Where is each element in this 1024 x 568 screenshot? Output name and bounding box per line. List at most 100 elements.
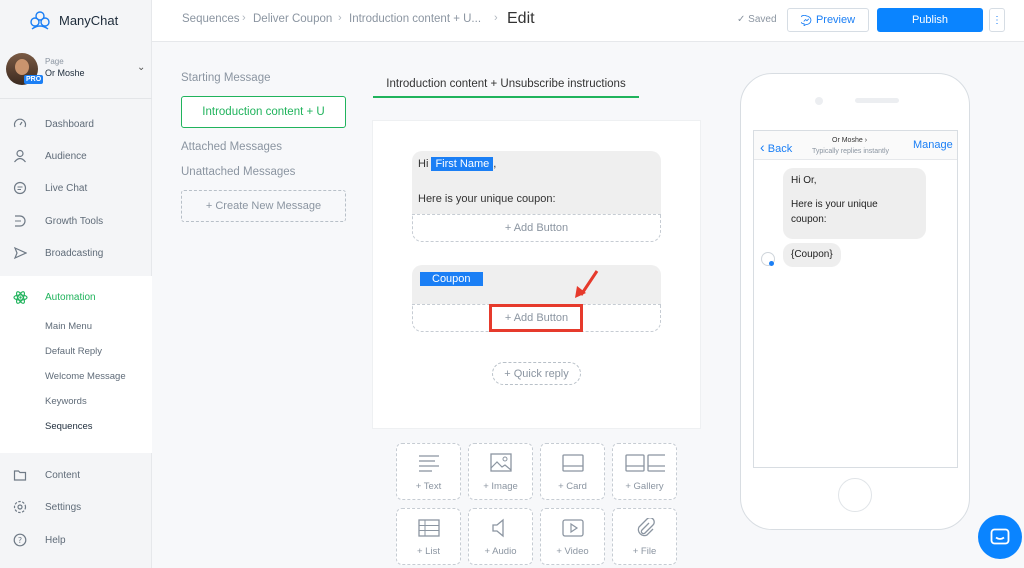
tab-message[interactable]: Introduction content + Unsubscribe instr… xyxy=(373,70,639,98)
paperclip-icon xyxy=(637,518,655,537)
block-label: + Image xyxy=(483,481,518,492)
automation-icon xyxy=(12,289,28,305)
audio-icon xyxy=(492,518,504,538)
add-gallery-block-button[interactable]: + Gallery xyxy=(612,443,677,500)
nav-label: Settings xyxy=(45,501,82,513)
back-button[interactable]: ‹ Back xyxy=(760,139,792,155)
block-label: + Text xyxy=(415,481,442,492)
chat-icon xyxy=(990,528,1010,545)
nav-dashboard[interactable]: Dashboard xyxy=(0,109,152,139)
sub-item-sequences[interactable]: Sequences xyxy=(45,421,93,432)
nav-settings[interactable]: Settings xyxy=(0,492,152,522)
text-block-2-content[interactable]: Coupon xyxy=(420,272,483,286)
nav-automation[interactable]: Automation xyxy=(0,282,152,312)
greeting-text: Hi xyxy=(418,158,429,170)
add-file-block-button[interactable]: + File xyxy=(612,508,677,565)
attached-messages-heading: Attached Messages xyxy=(181,141,283,153)
saved-label: Saved xyxy=(748,14,777,25)
block-label: + Gallery xyxy=(625,481,664,492)
preview-button[interactable]: Preview xyxy=(787,8,869,32)
add-card-block-button[interactable]: + Card xyxy=(540,443,605,500)
highlight-box xyxy=(489,304,583,332)
create-new-message-button[interactable]: + Create New Message xyxy=(181,190,346,222)
chevron-right-icon: › xyxy=(242,12,246,24)
add-video-block-button[interactable]: + Video xyxy=(540,508,605,565)
breadcrumb-deliver-coupon[interactable]: Deliver Coupon xyxy=(253,13,332,25)
broadcasting-icon xyxy=(12,245,28,261)
chat-line: Here is your unique xyxy=(791,199,878,210)
audience-icon xyxy=(12,148,28,164)
card-icon xyxy=(562,454,584,472)
publish-button[interactable]: Publish xyxy=(877,8,983,32)
chat-line: Hi Or, xyxy=(791,175,817,186)
text-block-line1[interactable]: Hi First Name, xyxy=(418,157,496,171)
support-chat-button[interactable] xyxy=(978,515,1022,559)
content-icon xyxy=(12,467,28,483)
page-switcher[interactable]: PRO Page Or Moshe ⌄ xyxy=(6,53,152,87)
text-block-1[interactable]: Hi First Name, Here is your unique coupo… xyxy=(412,151,661,214)
nav-label: Content xyxy=(45,469,81,481)
coupon-variable[interactable]: Coupon xyxy=(420,272,483,286)
help-icon: ? xyxy=(12,532,28,548)
nav-label: Growth Tools xyxy=(45,215,104,227)
nav-content[interactable]: Content xyxy=(0,460,152,490)
page-label: Page xyxy=(45,57,64,66)
manychat-logo-icon xyxy=(30,11,50,30)
nav-growth-tools[interactable]: Growth Tools xyxy=(0,206,152,236)
nav-label: Help xyxy=(45,534,66,546)
add-audio-block-button[interactable]: + Audio xyxy=(468,508,533,565)
messenger-icon xyxy=(800,14,812,26)
page-title: Edit xyxy=(507,10,535,27)
app-name: ManyChat xyxy=(59,12,119,28)
settings-icon xyxy=(12,499,28,515)
first-name-variable[interactable]: First Name xyxy=(431,157,494,171)
comma-text: , xyxy=(493,158,497,170)
starting-message-item[interactable]: Introduction content + U xyxy=(181,96,346,128)
add-list-block-button[interactable]: + List xyxy=(396,508,461,565)
nav-label: Live Chat xyxy=(45,182,88,194)
sub-item-keywords[interactable]: Keywords xyxy=(45,396,87,407)
app-logo[interactable]: ManyChat xyxy=(29,10,118,30)
nav-audience[interactable]: Audience xyxy=(0,141,152,171)
preview-label: Preview xyxy=(815,14,856,26)
chat-header: ‹ Back Or Moshe › Typically replies inst… xyxy=(754,131,957,160)
svg-text:?: ? xyxy=(18,536,22,545)
add-text-block-button[interactable]: + Text xyxy=(396,443,461,500)
chat-spacer xyxy=(791,188,918,197)
block-label: + Card xyxy=(558,481,587,492)
phone-speaker xyxy=(855,98,899,103)
block-label: + Audio xyxy=(484,546,517,557)
more-options-button[interactable]: ⋮ xyxy=(989,8,1005,32)
chevron-right-icon: › xyxy=(494,12,498,24)
image-icon xyxy=(490,453,512,472)
breadcrumb-sequences[interactable]: Sequences xyxy=(182,13,240,25)
chat-status: Typically replies instantly xyxy=(812,148,890,155)
saved-status: ✓ Saved xyxy=(737,14,777,25)
nav-broadcasting[interactable]: Broadcasting xyxy=(0,238,152,268)
breadcrumb-message[interactable]: Introduction content + U... xyxy=(349,13,481,25)
phone-camera xyxy=(815,97,823,105)
chat-name: Or Moshe › xyxy=(832,137,867,144)
chat-message-1: Hi Or, Here is your unique coupon: xyxy=(783,168,926,239)
block-label: + List xyxy=(417,546,440,557)
sidebar: ManyChat PRO Page Or Moshe ⌄ Dashboard A… xyxy=(0,0,152,568)
divider xyxy=(0,98,152,99)
text-block-2[interactable]: Coupon xyxy=(412,265,661,304)
sub-item-main-menu[interactable]: Main Menu xyxy=(45,321,92,332)
starting-message-heading: Starting Message xyxy=(181,72,271,84)
nav-help[interactable]: ? Help xyxy=(0,525,152,555)
manage-button[interactable]: Manage xyxy=(913,139,953,151)
video-icon xyxy=(562,519,584,537)
nav-live-chat[interactable]: Live Chat xyxy=(0,173,152,203)
bot-avatar xyxy=(761,252,775,266)
sub-item-default-reply[interactable]: Default Reply xyxy=(45,346,102,357)
sub-item-welcome-message[interactable]: Welcome Message xyxy=(45,371,126,382)
pro-badge: PRO xyxy=(24,75,44,84)
add-image-block-button[interactable]: + Image xyxy=(468,443,533,500)
quick-reply-button[interactable]: + Quick reply xyxy=(492,362,581,385)
live-chat-icon xyxy=(12,180,28,196)
phone-home-button xyxy=(838,478,872,512)
add-button-1[interactable]: + Add Button xyxy=(412,214,661,242)
check-icon: ✓ xyxy=(737,14,746,25)
text-block-line2[interactable]: Here is your unique coupon: xyxy=(418,193,556,205)
